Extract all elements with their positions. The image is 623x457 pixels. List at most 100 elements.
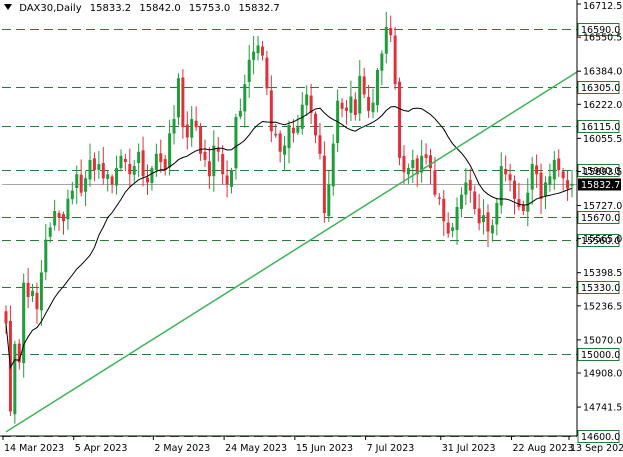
candle-body bbox=[358, 76, 362, 114]
candle bbox=[437, 193, 441, 206]
y-tick-label: 15727.0 bbox=[583, 201, 622, 212]
candle bbox=[225, 160, 229, 198]
candle-body bbox=[552, 159, 556, 180]
candle bbox=[199, 122, 203, 161]
x-tick-label: 15 Jun 2023 bbox=[296, 443, 353, 454]
candle-body bbox=[70, 190, 74, 200]
candle-body bbox=[159, 153, 163, 162]
candle-body bbox=[393, 35, 397, 85]
candle-body bbox=[278, 133, 282, 152]
candle-body bbox=[314, 113, 318, 136]
candle bbox=[384, 11, 388, 64]
candle bbox=[517, 182, 521, 211]
candle-body bbox=[508, 174, 512, 181]
x-tick-label: 31 Jul 2023 bbox=[442, 443, 496, 454]
candle bbox=[17, 339, 21, 370]
candle bbox=[283, 136, 287, 171]
candle bbox=[566, 170, 570, 201]
candle-body bbox=[566, 180, 570, 189]
candle bbox=[451, 222, 455, 238]
candle bbox=[260, 40, 264, 61]
y-tick-label: 15236.5 bbox=[583, 301, 622, 312]
candle bbox=[535, 154, 539, 188]
candle-body bbox=[141, 150, 145, 177]
candle-body bbox=[353, 99, 357, 115]
candle bbox=[97, 151, 101, 179]
candle-body bbox=[327, 184, 331, 216]
candle bbox=[75, 165, 79, 205]
candle bbox=[61, 211, 65, 235]
candle-body bbox=[123, 158, 127, 162]
candle bbox=[194, 106, 198, 131]
candle bbox=[53, 199, 57, 231]
candle bbox=[371, 88, 375, 119]
candle bbox=[115, 155, 119, 195]
candle-body bbox=[459, 194, 463, 210]
candle bbox=[287, 120, 291, 164]
candle bbox=[570, 169, 574, 198]
y-tick-label: 16712.5 bbox=[583, 1, 622, 12]
candle-body bbox=[260, 46, 264, 56]
candle-body bbox=[22, 282, 26, 364]
y-tick-label: 14741.5 bbox=[583, 403, 622, 414]
candle-body bbox=[517, 198, 521, 207]
candle bbox=[389, 15, 393, 43]
candle bbox=[26, 268, 30, 309]
candle bbox=[146, 164, 149, 195]
candle bbox=[367, 84, 371, 118]
candle bbox=[424, 143, 428, 165]
candle-body bbox=[115, 168, 119, 186]
candle-body bbox=[557, 158, 561, 171]
candle-body bbox=[305, 94, 309, 106]
candle bbox=[459, 187, 463, 218]
candle-body bbox=[137, 151, 141, 164]
level-price-tag: 15330.0 bbox=[577, 281, 620, 294]
candle-body bbox=[252, 51, 256, 60]
candle bbox=[411, 149, 415, 183]
candle bbox=[296, 114, 300, 136]
candle bbox=[429, 148, 432, 185]
candle-body bbox=[504, 168, 508, 175]
candle bbox=[216, 137, 220, 162]
candle-body bbox=[243, 84, 247, 112]
candle-body bbox=[446, 222, 450, 234]
candle bbox=[163, 154, 167, 176]
candle-body bbox=[75, 174, 79, 188]
candle-body bbox=[13, 343, 17, 415]
candle-body bbox=[367, 97, 371, 111]
candle bbox=[172, 105, 176, 145]
candle-body bbox=[513, 180, 517, 199]
level-tag-label: 15000.0 bbox=[581, 350, 620, 361]
chart: DAX30,Daily 15833.2 15842.0 15753.0 1583… bbox=[0, 0, 623, 457]
candle bbox=[66, 189, 70, 230]
level-price-tag: 15000.0 bbox=[577, 348, 620, 361]
y-tick-label: 16384.0 bbox=[583, 67, 622, 78]
candle bbox=[123, 153, 127, 172]
candle bbox=[31, 283, 35, 303]
candle bbox=[455, 197, 459, 245]
candle bbox=[322, 141, 326, 223]
level-tag-label: 15330.0 bbox=[581, 283, 620, 294]
candle-body bbox=[176, 78, 180, 118]
candle bbox=[101, 147, 105, 185]
candle-body bbox=[168, 133, 172, 168]
candle bbox=[221, 145, 225, 185]
candle-body bbox=[340, 102, 344, 109]
candle-body bbox=[455, 206, 459, 230]
level-tag-label: 16305.0 bbox=[581, 83, 620, 94]
candle bbox=[464, 167, 468, 205]
candle-body bbox=[442, 198, 446, 222]
candle bbox=[278, 130, 282, 163]
candle bbox=[48, 222, 52, 243]
candle-body bbox=[26, 282, 30, 297]
candle-body bbox=[464, 182, 468, 195]
candle-body bbox=[39, 272, 43, 311]
candle-body bbox=[181, 77, 185, 128]
candle bbox=[539, 163, 543, 215]
candle bbox=[309, 83, 313, 124]
candle bbox=[314, 111, 318, 144]
candle-body bbox=[221, 154, 225, 175]
candle bbox=[176, 73, 180, 126]
candle-body bbox=[371, 102, 375, 113]
candle bbox=[340, 98, 344, 118]
